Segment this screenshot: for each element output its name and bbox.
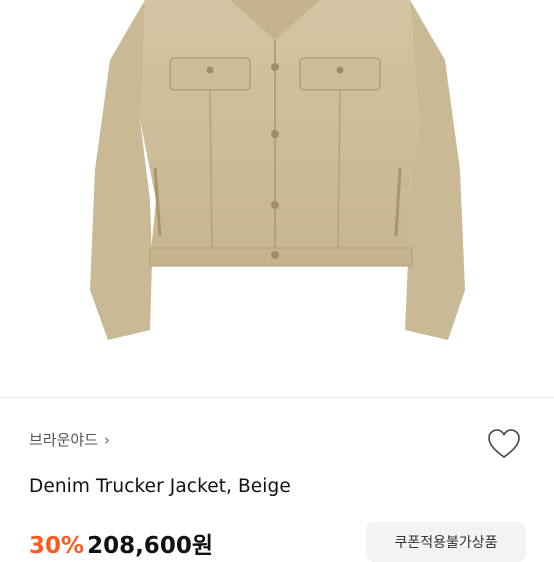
product-image[interactable] xyxy=(0,0,554,397)
coupon-unavailable-badge: 쿠폰적용불가상품 xyxy=(366,522,526,562)
price-row: 30% 208,600원 xyxy=(29,526,213,560)
sale-price: 208,600원 xyxy=(87,533,213,559)
brand-link[interactable]: 브라운야드 › xyxy=(29,429,110,450)
product-title: Denim Trucker Jacket, Beige xyxy=(29,476,291,497)
discount-rate: 30% xyxy=(29,533,85,559)
heart-outline-icon[interactable] xyxy=(486,426,522,462)
chevron-right-icon: › xyxy=(104,430,111,449)
brand-name: 브라운야드 xyxy=(29,431,99,449)
section-divider xyxy=(0,397,554,398)
jacket-illustration xyxy=(90,0,465,340)
